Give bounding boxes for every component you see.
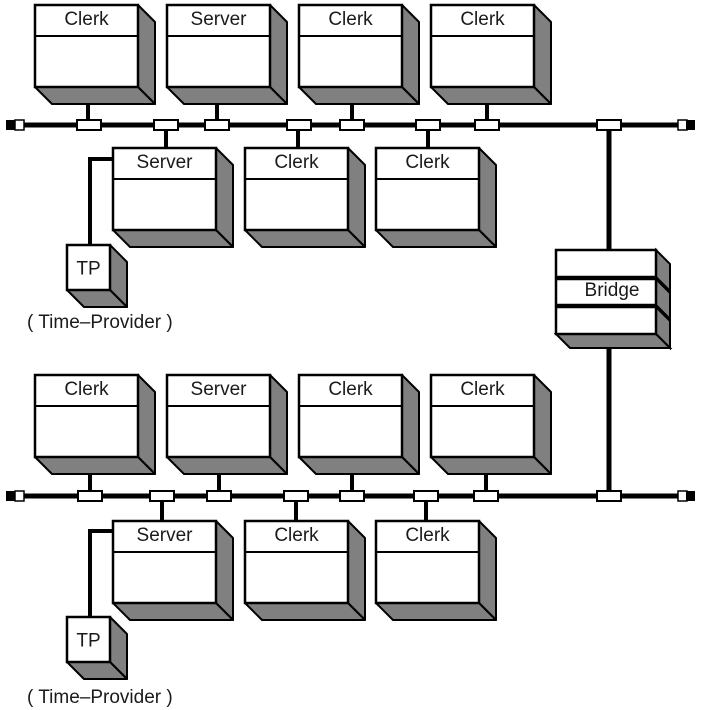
node-clerk: Clerk xyxy=(429,373,552,475)
box-bottom-face xyxy=(112,229,234,248)
node-clerk: Clerk xyxy=(243,519,366,621)
tp-link xyxy=(88,529,113,617)
node-clerk: Clerk xyxy=(374,519,497,621)
box-bottom-face xyxy=(430,456,552,475)
bus-tap xyxy=(596,490,622,502)
node-label: Server xyxy=(137,525,194,546)
node-clerk: Clerk xyxy=(429,3,552,105)
bus-tap xyxy=(76,119,102,131)
bus-tap xyxy=(77,490,103,502)
bridge-slab xyxy=(554,305,658,336)
bridge-bottom-face xyxy=(553,333,673,349)
network-2: Clerk Server Clerk Clerk Server Clerk Cl… xyxy=(6,373,695,708)
box-bottom-face xyxy=(430,86,552,105)
node-label: Clerk xyxy=(274,525,319,546)
node-label: Clerk xyxy=(460,379,505,400)
bus-tap xyxy=(153,119,179,131)
box-bottom-face xyxy=(34,456,156,475)
bridge: Bridge xyxy=(553,247,673,496)
box-bottom-face xyxy=(375,229,497,248)
node-label: Server xyxy=(191,379,248,400)
node-label: Clerk xyxy=(460,9,505,30)
network-diagram: Clerk Server Clerk Clerk Server Clerk Cl… xyxy=(6,3,695,708)
node-label: Clerk xyxy=(64,379,109,400)
bus-terminator-right xyxy=(677,119,695,131)
bus-tap xyxy=(286,119,312,131)
box-bottom-face xyxy=(298,86,420,105)
bus-tap xyxy=(149,490,175,502)
node-clerk: Clerk xyxy=(374,146,497,248)
bridge-slab xyxy=(554,248,658,279)
box-bottom-face xyxy=(244,602,366,621)
node-label: Clerk xyxy=(64,9,109,30)
node-clerk: Clerk xyxy=(33,373,156,475)
bridge-box: Bridge xyxy=(553,247,673,351)
node-clerk: Clerk xyxy=(297,3,420,105)
node-server: Server xyxy=(165,373,288,475)
bus-tap xyxy=(474,119,500,131)
node-label: Clerk xyxy=(405,525,450,546)
node-label: Clerk xyxy=(328,9,373,30)
box-bottom-face xyxy=(166,456,288,475)
node-label: Server xyxy=(191,9,248,30)
node-server: Server xyxy=(111,146,234,248)
node-label: Clerk xyxy=(274,152,319,173)
bus-terminator-right xyxy=(677,490,695,502)
node-server: Server xyxy=(165,3,288,105)
bus-tap xyxy=(339,490,365,502)
node-clerk: Clerk xyxy=(297,373,420,475)
time-provider-caption: ( Time–Provider ) xyxy=(27,312,173,333)
time-provider-box: TP xyxy=(65,615,128,680)
box-bottom-face xyxy=(375,602,497,621)
bus-tap xyxy=(596,119,622,131)
tp-label: TP xyxy=(76,631,100,652)
bus-tap xyxy=(283,490,309,502)
node-clerk: Clerk xyxy=(243,146,366,248)
box-bottom-face xyxy=(112,602,234,621)
node-label: Server xyxy=(137,152,194,173)
tp-label: TP xyxy=(76,259,100,280)
box-bottom-face xyxy=(244,229,366,248)
bridge-label: Bridge xyxy=(585,280,640,301)
bus-tap xyxy=(339,119,365,131)
box-bottom-face xyxy=(166,86,288,105)
node-server: Server xyxy=(111,519,234,621)
bus-tap xyxy=(204,119,230,131)
bus-terminator-left xyxy=(6,490,25,502)
tp-link xyxy=(88,157,113,245)
time-provider-caption: ( Time–Provider ) xyxy=(27,687,173,708)
time-provider-box: TP xyxy=(65,243,128,308)
node-label: Clerk xyxy=(328,379,373,400)
bus-terminator-left xyxy=(6,119,25,131)
node-label: Clerk xyxy=(405,152,450,173)
bus-tap xyxy=(206,490,232,502)
box-bottom-face xyxy=(34,86,156,105)
bus-tap xyxy=(473,490,499,502)
bus-tap xyxy=(413,490,439,502)
node-clerk: Clerk xyxy=(33,3,156,105)
bus-tap xyxy=(415,119,441,131)
box-bottom-face xyxy=(298,456,420,475)
